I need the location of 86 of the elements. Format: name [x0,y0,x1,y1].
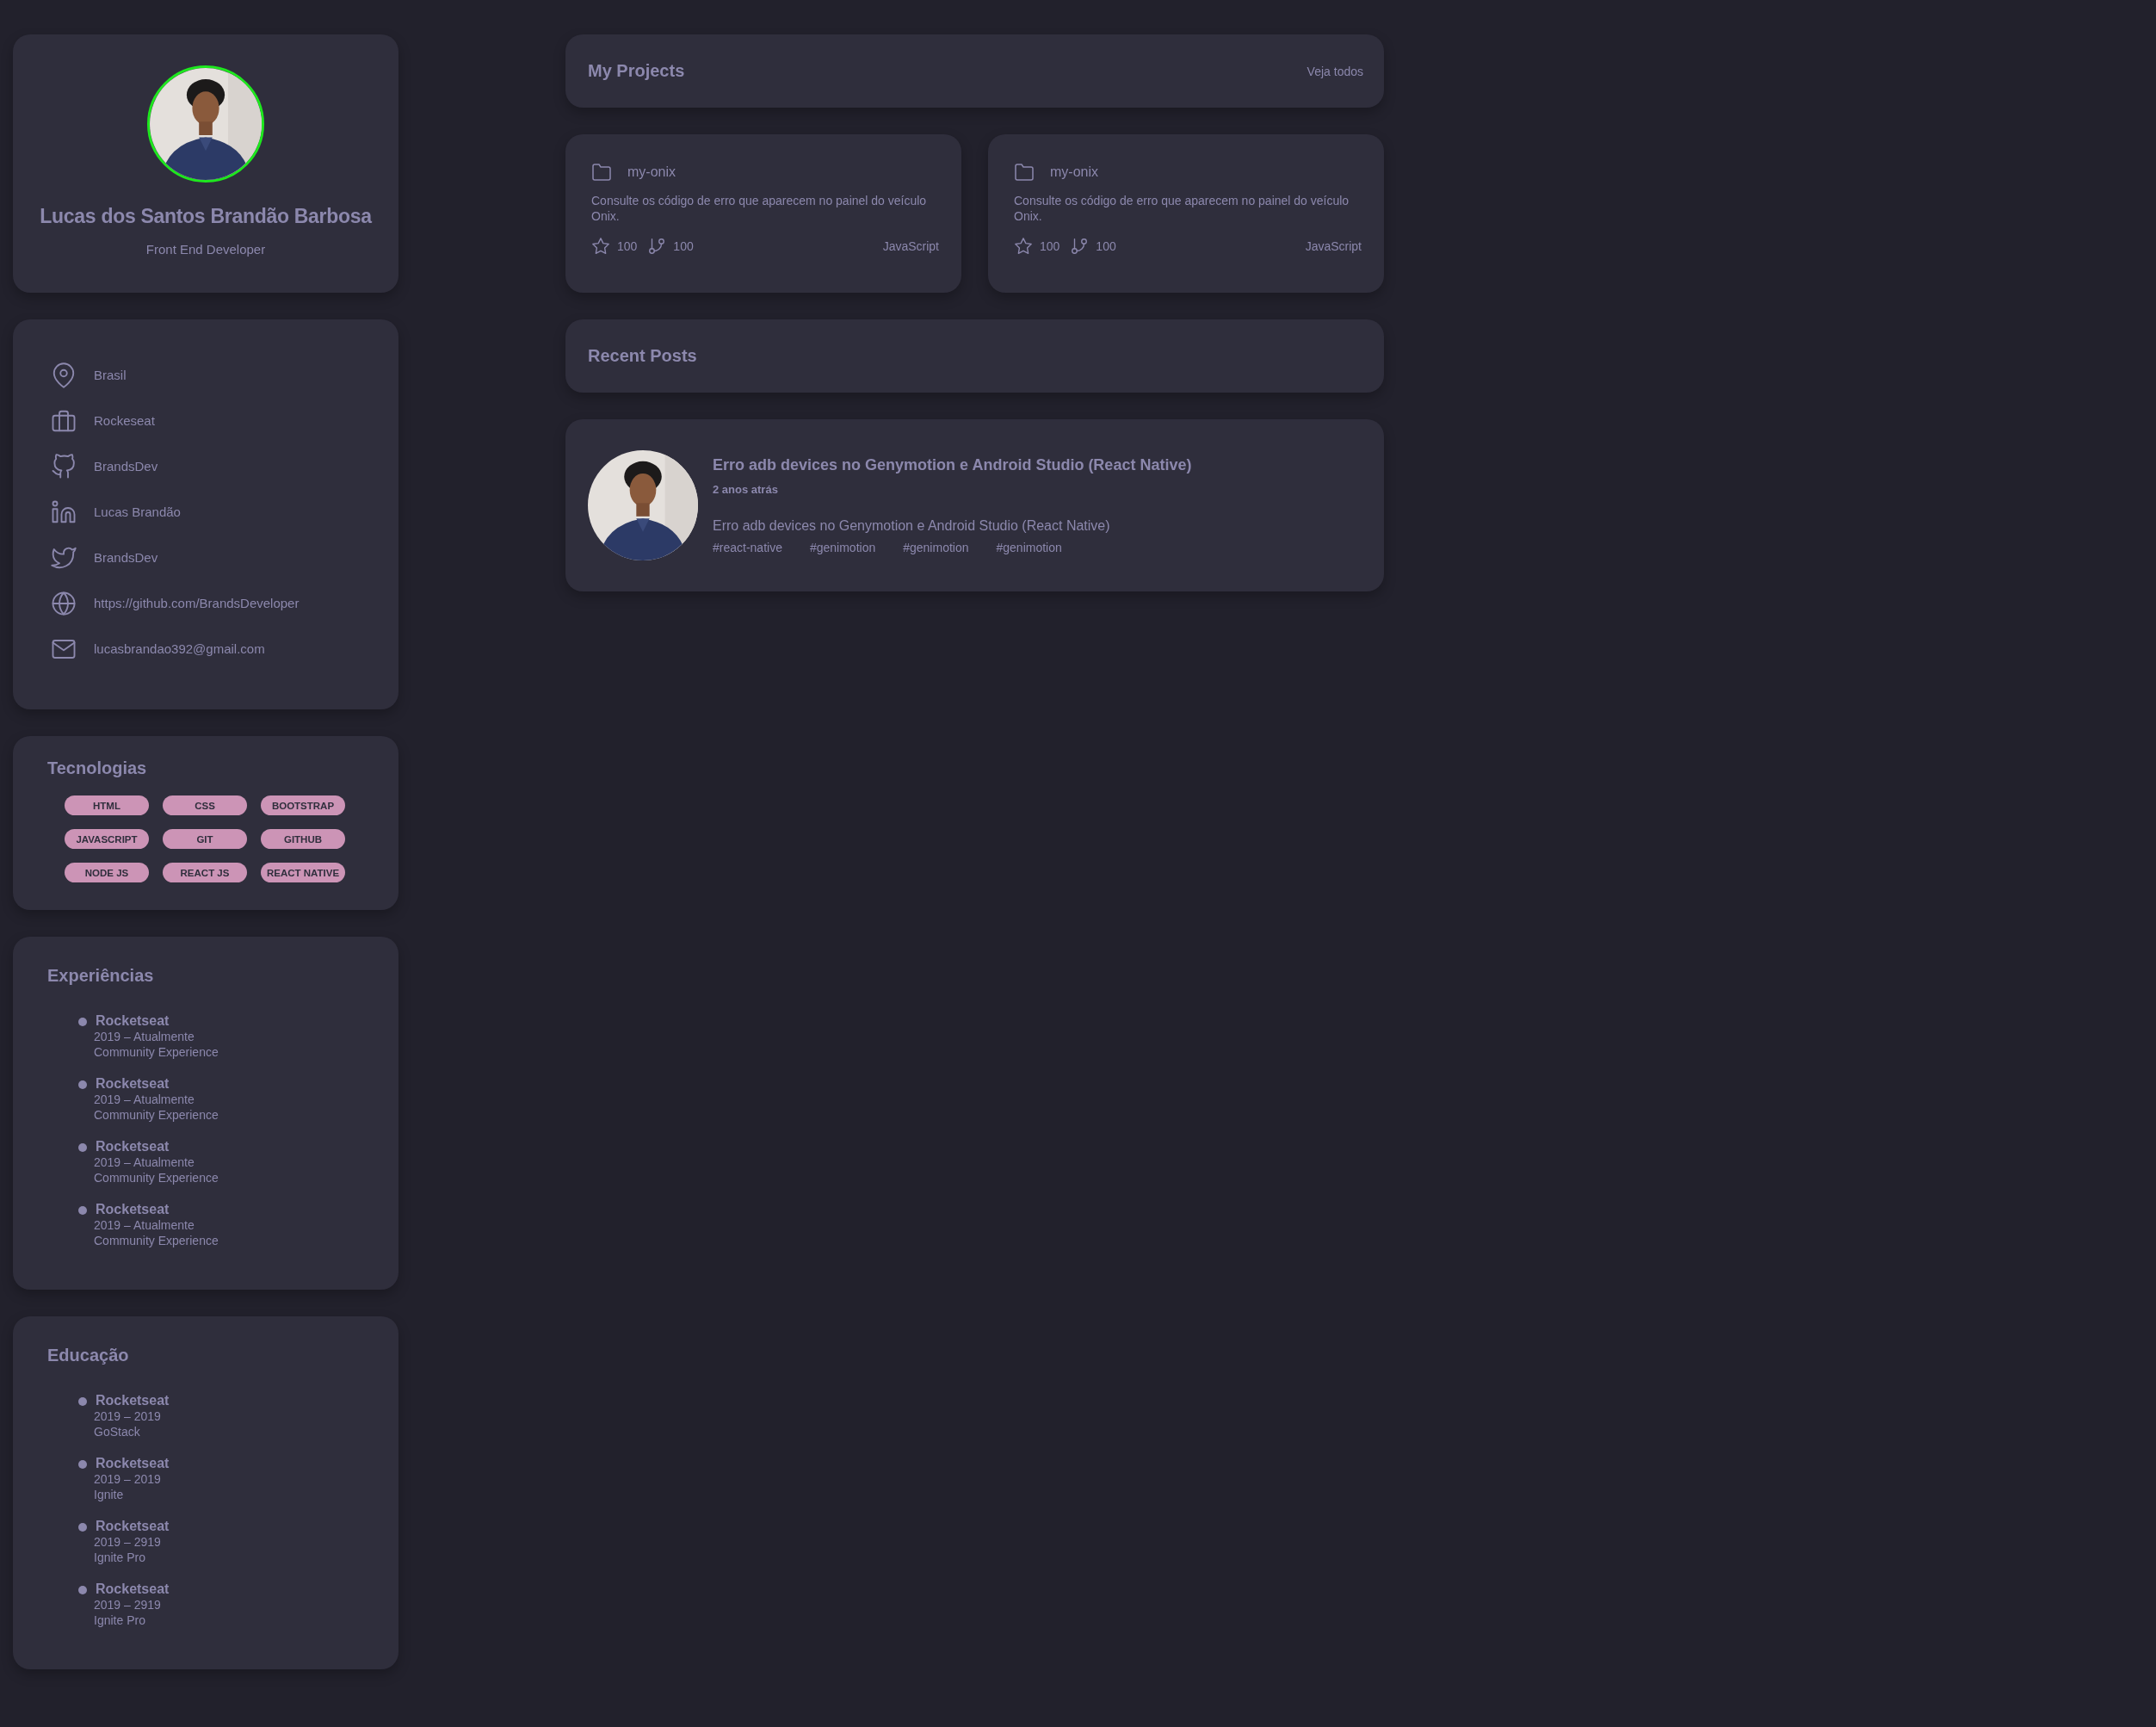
post-title: Erro adb devices no Genymotion e Android Studio (React Native) [713,456,1192,474]
info-text: Lucas Brandão [94,504,181,519]
section-title: My Projects [588,61,685,81]
post-summary: Erro adb devices no Genymotion e Android Studio (React Native) [713,518,1111,534]
star-count: 100 [1040,239,1060,253]
bullet-icon [78,1080,87,1089]
tech-tag: CSS [163,795,247,815]
bullet-icon [78,1460,87,1469]
project-description: Consulte os código de erro que aparecem no painel do veículo Onix. [1014,193,1350,224]
tech-tag: NODE JS [65,863,149,882]
post-tag: #genimotion [903,541,969,554]
fork-count: 100 [673,239,694,253]
project-description: Consulte os código de erro que aparecem no painel do veículo Onix. [591,193,927,224]
folder-icon [1014,162,1035,183]
item-period: 2019 – Atualmente [94,1217,195,1233]
github-icon [51,453,77,480]
project-language: JavaScript [882,239,939,253]
item-subtitle: Community Experience [94,1107,219,1123]
item-title: Rocketseat [96,1456,170,1471]
tech-tag: JAVASCRIPT [65,829,149,849]
post-time: 2 anos atrás [713,483,779,496]
item-period: 2019 – Atualmente [94,1092,195,1107]
branch-icon [1070,237,1090,256]
folder-icon [591,162,612,183]
info-text[interactable]: lucasbrandao392@gmail.com [94,641,265,656]
star-icon [591,237,610,256]
item-subtitle: Community Experience [94,1170,219,1185]
item-period: 2019 – Atualmente [94,1029,195,1044]
location-pin-icon [51,362,77,388]
section-title: Experiências [47,966,155,986]
profile-role: Front End Developer [145,242,266,257]
item-subtitle: Ignite Pro [94,1550,146,1565]
item-period: 2019 – 2919 [94,1534,162,1550]
item-title: Rocketseat [96,1393,170,1408]
bullet-icon [78,1143,87,1152]
info-text[interactable]: https://github.com/BrandsDeveloper [94,596,300,610]
info-text: Brasil [94,368,127,382]
tech-tag: HTML [65,795,149,815]
bullet-icon [78,1397,87,1406]
item-period: 2019 – Atualmente [94,1154,195,1170]
item-subtitle: Community Experience [94,1233,219,1248]
item-period: 2019 – 2919 [94,1597,162,1612]
section-title: Tecnologias [47,758,148,778]
project-name: my-onix [1050,164,1098,180]
info-text: BrandsDev [94,459,158,474]
section-title: Recent Posts [588,346,697,366]
project-language: JavaScript [1305,239,1362,253]
post-tag: #genimotion [996,541,1062,554]
star-count: 100 [617,239,638,253]
linkedin-icon [51,498,77,525]
profile-name: Lucas dos Santos Brandão Barbosa [40,205,372,228]
post-card[interactable]: Erro adb devices no Genymotion e Android Studio (React Native) 2 anos atrás Erro adb devices no Genymotion e Android Studio (React Native) #react-native #genimotion #genimotion #genimotion [565,419,1384,591]
project-card[interactable]: my-onix Consulte os código de erro que aparecem no painel do veículo Onix. 100 100 JavaScript [988,134,1384,293]
item-subtitle: Community Experience [94,1044,219,1060]
post-tag: #genimotion [809,541,876,554]
project-card[interactable]: my-onix Consulte os código de erro que aparecem no painel do veículo Onix. 100 100 JavaScript [565,134,961,293]
item-title: Rocketseat [96,1139,170,1154]
tech-tag: GIT [163,829,247,849]
bullet-icon [78,1206,87,1215]
item-title: Rocketseat [96,1013,170,1029]
item-period: 2019 – 2019 [94,1471,162,1487]
section-title: Educação [47,1346,130,1365]
project-name: my-onix [627,164,676,180]
globe-icon [51,590,77,616]
item-period: 2019 – 2019 [94,1408,162,1424]
item-subtitle: Ignite Pro [94,1612,146,1628]
tech-tag: BOOTSTRAP [261,795,345,815]
tech-tag: REACT NATIVE [261,863,345,882]
item-title: Rocketseat [96,1519,170,1534]
star-icon [1014,237,1033,256]
bullet-icon [78,1018,87,1026]
item-title: Rocketseat [96,1582,170,1597]
item-title: Rocketseat [96,1202,170,1217]
tech-tag: REACT JS [163,863,247,882]
see-all-link[interactable]: Veja todos [1307,64,1363,78]
bullet-icon [78,1586,87,1594]
tech-tag: GITHUB [261,829,345,849]
bullet-icon [78,1523,87,1532]
post-tag: #react-native [713,541,782,554]
item-title: Rocketseat [96,1076,170,1092]
fork-count: 100 [1096,239,1116,253]
branch-icon [647,237,667,256]
info-text: BrandsDev [94,550,158,565]
info-text: Rockeseat [94,413,155,428]
item-subtitle: GoStack [94,1424,141,1439]
item-subtitle: Ignite [94,1487,125,1502]
